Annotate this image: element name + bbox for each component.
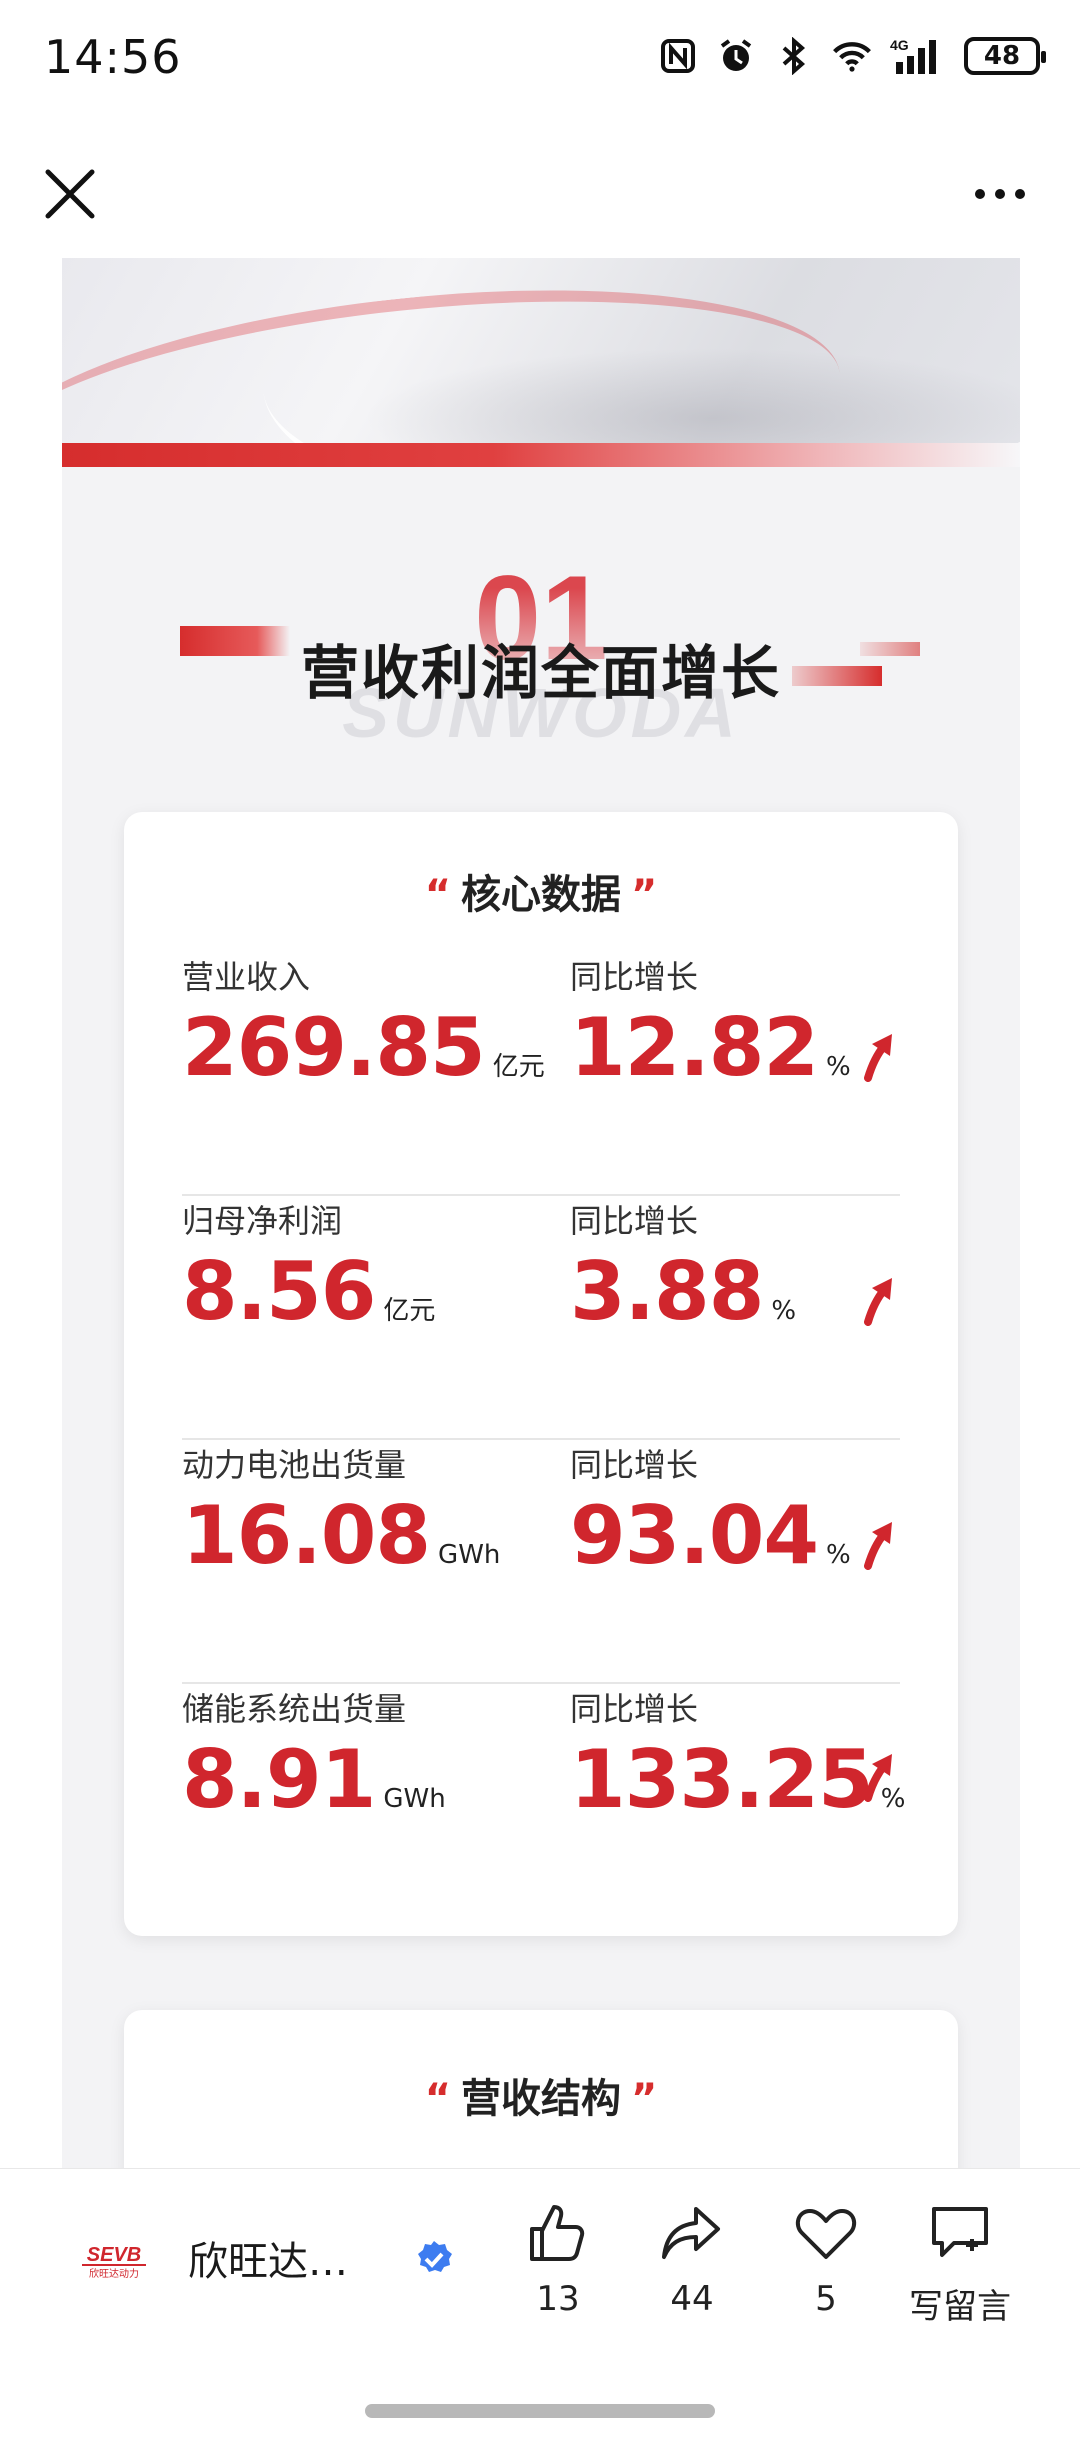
share-button[interactable]: 44	[632, 2201, 752, 2351]
svg-text:4G: 4G	[890, 37, 909, 53]
metric-label: 营业收入	[182, 958, 311, 996]
more-icon[interactable]	[960, 164, 1040, 224]
quote-close: ”	[631, 872, 658, 918]
bottom-action-bar: SEVB 欣旺达动力 欣旺达… 13 44 5 写留言	[0, 2168, 1080, 2440]
verified-badge-icon	[418, 2241, 452, 2272]
growth-number: 3.88	[570, 1245, 764, 1338]
signal-4g-icon: 4G	[890, 36, 946, 76]
like-count: 13	[536, 2279, 580, 2319]
data-row-power-battery: 动力电池出货量 16.08 GWh 同比增长 93.04%	[182, 1440, 900, 1684]
card-title-text: 核心数据	[461, 872, 621, 918]
nfc-icon	[658, 36, 698, 76]
up-arrow-icon	[864, 1522, 892, 1570]
quote-open: “	[424, 872, 451, 918]
data-row-revenue: 营业收入 269.85 亿元 同比增长 12.82%	[182, 952, 900, 1196]
growth-number: 133.25	[570, 1733, 874, 1826]
wifi-icon	[832, 36, 872, 76]
brand-logo-text: SEVB	[87, 2244, 141, 2266]
battery-icon: 48	[964, 37, 1046, 75]
brand-logo[interactable]: SEVB 欣旺达动力	[76, 2241, 152, 2281]
data-row-storage: 储能系统出货量 8.91 GWh 同比增长 133.25%	[182, 1684, 905, 1928]
close-icon[interactable]	[40, 164, 100, 224]
data-row-net-profit: 归母净利润 8.56 亿元 同比增长 3.88%	[182, 1196, 900, 1440]
comment-icon	[932, 2207, 988, 2257]
core-data-card: “核心数据” 营业收入 269.85 亿元 同比增长 12.82% 归母净利润 8…	[124, 812, 958, 1936]
comment-button[interactable]: 写留言	[900, 2201, 1020, 2351]
metric-value: 8.91 GWh	[182, 1740, 446, 1820]
alarm-icon	[716, 36, 756, 76]
growth-label: 同比增长	[570, 958, 699, 996]
card-title-text: 营收结构	[461, 2076, 621, 2122]
banner-red-bar	[62, 443, 1020, 467]
quote-open: “	[424, 2076, 451, 2122]
metric-number: 269.85	[182, 1001, 486, 1094]
favorite-count: 5	[815, 2279, 837, 2319]
battery-level: 48	[983, 41, 1021, 71]
growth-unit: %	[826, 1052, 851, 1082]
article-content[interactable]: 01 SUNWODA 营收利润全面增长 “核心数据” 营业收入 269.85亿元…	[62, 258, 1020, 2168]
comment-label: 写留言	[909, 2287, 1011, 2327]
growth-number: 93.04	[570, 1489, 819, 1582]
metric-number: 16.08	[182, 1489, 431, 1582]
revenue-structure-card: “营收结构”	[124, 2010, 958, 2168]
heart-icon	[795, 2209, 857, 2259]
metric-unit: GWh	[438, 1540, 501, 1570]
metric-value: 16.08 GWh	[182, 1496, 500, 1576]
metric-number: 8.91	[182, 1733, 376, 1826]
status-bar: 14:56 4G 48	[0, 0, 1080, 120]
growth-number: 12.82	[570, 1001, 819, 1094]
more-dot	[995, 189, 1005, 199]
banner-image	[62, 258, 1020, 443]
metric-value: 8.56 亿元	[182, 1252, 435, 1332]
status-time: 14:56	[44, 30, 182, 84]
growth-value: 133.25%	[570, 1740, 905, 1820]
growth-unit: %	[771, 1296, 797, 1326]
more-dot	[1015, 189, 1025, 199]
card-title: “核心数据”	[124, 862, 958, 920]
banner-highlight	[251, 258, 1020, 443]
growth-label: 同比增长	[570, 1446, 699, 1484]
share-icon	[662, 2207, 720, 2259]
growth-unit: %	[826, 1540, 851, 1570]
growth-value: 12.82%	[570, 1008, 851, 1088]
top-nav	[0, 140, 1080, 240]
brand-logo-subtext: 欣旺达动力	[89, 2267, 139, 2280]
quote-close: ”	[631, 2076, 658, 2122]
metric-unit: 亿元	[492, 1052, 545, 1082]
growth-label: 同比增长	[570, 1690, 699, 1728]
growth-label: 同比增长	[570, 1202, 699, 1240]
metric-label: 动力电池出货量	[182, 1446, 407, 1484]
up-arrow-icon	[864, 1754, 892, 1802]
growth-value: 3.88%	[570, 1252, 796, 1332]
metric-unit: GWh	[383, 1784, 446, 1814]
up-arrow-icon	[864, 1278, 892, 1326]
share-count: 44	[670, 2279, 714, 2319]
card-title: “营收结构”	[124, 2066, 958, 2124]
section-title: 营收利润全面增长	[300, 639, 781, 707]
growth-value: 93.04%	[570, 1496, 851, 1576]
like-button[interactable]: 13	[498, 2201, 618, 2351]
bluetooth-icon	[774, 36, 814, 76]
metric-value: 269.85 亿元	[182, 1008, 545, 1088]
metric-number: 8.56	[182, 1245, 376, 1338]
more-dot	[975, 189, 985, 199]
account-name[interactable]: 欣旺达…	[188, 2229, 348, 2287]
home-indicator[interactable]	[365, 2404, 715, 2418]
favorite-button[interactable]: 5	[766, 2201, 886, 2351]
metric-label: 归母净利润	[182, 1202, 343, 1240]
up-arrow-icon	[864, 1034, 892, 1082]
metric-label: 储能系统出货量	[182, 1690, 407, 1728]
section-heading: 01 SUNWODA 营收利润全面增长	[62, 558, 1020, 752]
thumbs-up-icon	[530, 2205, 585, 2261]
metric-unit: 亿元	[383, 1296, 436, 1326]
status-icons: 4G 48	[658, 36, 1046, 76]
